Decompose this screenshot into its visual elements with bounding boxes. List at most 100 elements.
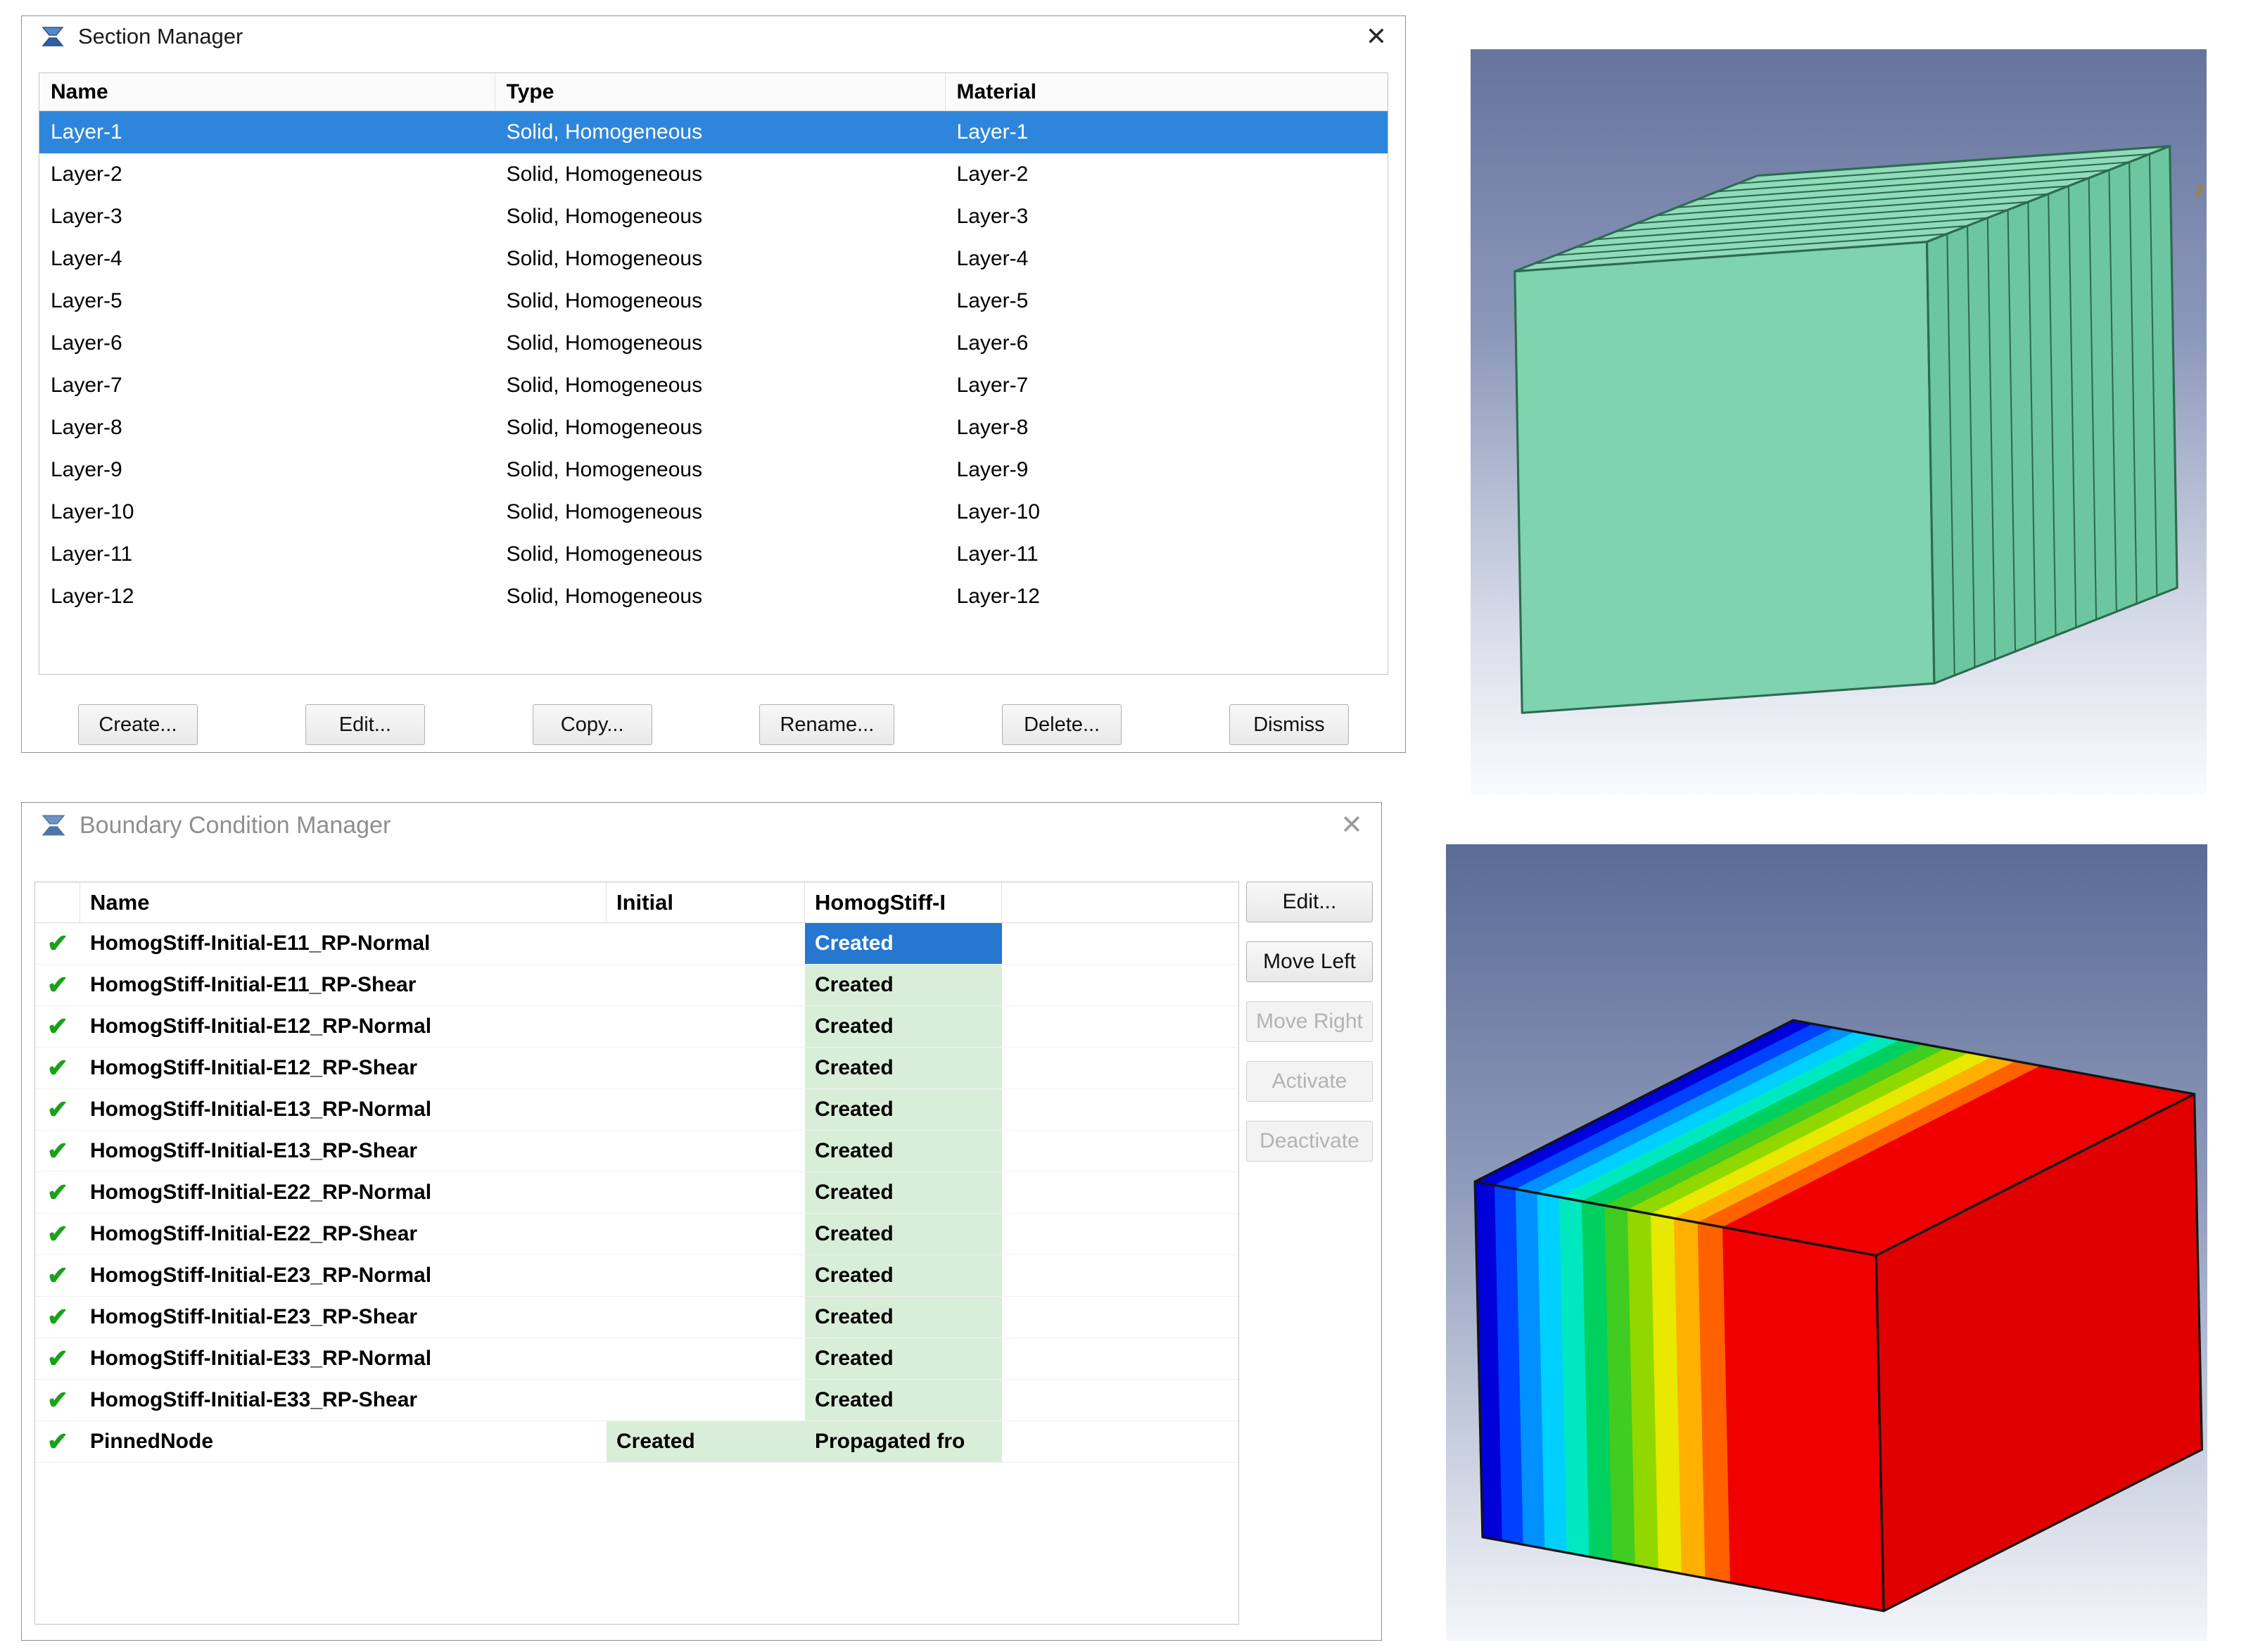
section-row[interactable]: Layer-9 Solid, Homogeneous Layer-9 bbox=[39, 449, 1388, 491]
bc-row[interactable]: ✔ HomogStiff-Initial-E33_RP-Normal Created bbox=[35, 1338, 1238, 1380]
section-row[interactable]: Layer-6 Solid, Homogeneous Layer-6 bbox=[39, 322, 1388, 364]
section-row[interactable]: Layer-7 Solid, Homogeneous Layer-7 bbox=[39, 364, 1388, 407]
edit-button[interactable]: Edit... bbox=[305, 704, 425, 745]
create-button[interactable]: Create... bbox=[78, 704, 198, 745]
bc-row[interactable]: ✔ HomogStiff-Initial-E23_RP-Normal Created bbox=[35, 1255, 1238, 1297]
edit-button[interactable]: Edit... bbox=[1246, 882, 1373, 922]
dismiss-button[interactable]: Dismiss bbox=[1229, 704, 1349, 745]
active-check-icon: ✔ bbox=[46, 1136, 69, 1165]
section-row[interactable]: Layer-5 Solid, Homogeneous Layer-5 bbox=[39, 280, 1388, 322]
bc-row[interactable]: ✔ HomogStiff-Initial-E13_RP-Shear Created bbox=[35, 1131, 1238, 1172]
section-row[interactable]: Layer-11 Solid, Homogeneous Layer-11 bbox=[39, 533, 1388, 576]
section-row[interactable]: Layer-2 Solid, Homogeneous Layer-2 bbox=[39, 153, 1388, 196]
column-header-initial[interactable]: Initial bbox=[607, 882, 805, 922]
cell-filler bbox=[1002, 1048, 1238, 1088]
section-row[interactable]: Layer-10 Solid, Homogeneous Layer-10 bbox=[39, 491, 1388, 533]
cell-filler bbox=[1002, 1421, 1238, 1462]
cell-initial-state bbox=[607, 1214, 805, 1254]
viewport-contour-cube[interactable] bbox=[1446, 844, 2207, 1641]
cell-step-state[interactable]: Created bbox=[805, 965, 1002, 1005]
bc-row[interactable]: ✔ HomogStiff-Initial-E11_RP-Shear Created bbox=[35, 965, 1238, 1006]
cell-material: Layer-9 bbox=[956, 458, 1029, 481]
bc-manager-buttons: Edit... Move Left Move Right Activate De… bbox=[1246, 882, 1373, 1162]
column-header-filler bbox=[1002, 882, 1238, 922]
bc-row[interactable]: ✔ HomogStiff-Initial-E22_RP-Normal Created bbox=[35, 1172, 1238, 1214]
cell-filler bbox=[1002, 923, 1238, 964]
cell-type: Solid, Homogeneous bbox=[506, 500, 703, 523]
cell-material: Layer-11 bbox=[956, 542, 1039, 566]
cell-step-state[interactable]: Created bbox=[805, 1297, 1002, 1338]
cell-initial-state: Created bbox=[607, 1421, 805, 1462]
column-header-material[interactable]: Material bbox=[946, 73, 1388, 110]
window-title: Section Manager bbox=[78, 24, 243, 49]
cell-material: Layer-6 bbox=[956, 331, 1029, 355]
delete-button[interactable]: Delete... bbox=[1002, 704, 1122, 745]
section-row[interactable]: Layer-3 Solid, Homogeneous Layer-3 bbox=[39, 196, 1388, 238]
bc-row[interactable]: ✔ HomogStiff-Initial-E12_RP-Shear Created bbox=[35, 1048, 1238, 1089]
section-row[interactable]: Layer-4 Solid, Homogeneous Layer-4 bbox=[39, 238, 1388, 280]
cell-type: Solid, Homogeneous bbox=[506, 374, 703, 397]
cell-step-state[interactable]: Created bbox=[805, 1048, 1002, 1088]
cell-material: Layer-8 bbox=[956, 416, 1029, 439]
viewport-layered-cube[interactable]: z bbox=[1471, 49, 2207, 795]
cell-step-state[interactable]: Created bbox=[805, 923, 1002, 964]
move-left-button[interactable]: Move Left bbox=[1246, 941, 1373, 982]
cell-type: Solid, Homogeneous bbox=[506, 585, 703, 608]
cell-bc-name: HomogStiff-Initial-E33_RP-Normal bbox=[90, 1347, 432, 1370]
bc-row[interactable]: ✔ HomogStiff-Initial-E22_RP-Shear Created bbox=[35, 1214, 1238, 1255]
column-header-name[interactable]: Name bbox=[80, 882, 607, 922]
cell-material: Layer-2 bbox=[956, 163, 1029, 186]
active-check-icon: ✔ bbox=[46, 1095, 69, 1124]
cell-material: Layer-7 bbox=[956, 374, 1029, 397]
cell-name: Layer-12 bbox=[51, 585, 134, 608]
close-icon[interactable]: ✕ bbox=[1366, 24, 1387, 49]
close-icon[interactable]: ✕ bbox=[1340, 812, 1363, 839]
bc-row[interactable]: ✔ HomogStiff-Initial-E33_RP-Shear Created bbox=[35, 1380, 1238, 1421]
sections-table-header: Name Type Material bbox=[39, 73, 1388, 111]
cell-bc-name: HomogStiff-Initial-E23_RP-Normal bbox=[90, 1264, 432, 1287]
cell-step-state[interactable]: Created bbox=[805, 1006, 1002, 1047]
cell-name: Layer-9 bbox=[51, 458, 122, 481]
cell-step-state[interactable]: Created bbox=[805, 1255, 1002, 1296]
section-manager-window: Section Manager ✕ Name Type Material Lay… bbox=[21, 15, 1406, 753]
section-manager-titlebar: Section Manager ✕ bbox=[22, 16, 1405, 57]
bc-row[interactable]: ✔ HomogStiff-Initial-E12_RP-Normal Created bbox=[35, 1006, 1238, 1048]
column-header-type[interactable]: Type bbox=[495, 73, 946, 110]
cell-filler bbox=[1002, 1131, 1238, 1171]
section-row[interactable]: Layer-8 Solid, Homogeneous Layer-8 bbox=[39, 407, 1388, 449]
cell-initial-state bbox=[607, 1089, 805, 1130]
bc-row[interactable]: ✔ HomogStiff-Initial-E23_RP-Shear Created bbox=[35, 1297, 1238, 1338]
active-check-icon: ✔ bbox=[46, 970, 69, 999]
cell-bc-name: HomogStiff-Initial-E23_RP-Shear bbox=[90, 1305, 418, 1328]
cell-bc-name: HomogStiff-Initial-E22_RP-Shear bbox=[90, 1222, 418, 1245]
bc-row[interactable]: ✔ HomogStiff-Initial-E13_RP-Normal Created bbox=[35, 1089, 1238, 1131]
section-row[interactable]: Layer-1 Solid, Homogeneous Layer-1 bbox=[39, 111, 1388, 153]
column-header-name[interactable]: Name bbox=[39, 73, 495, 110]
rename-button[interactable]: Rename... bbox=[759, 704, 895, 745]
section-row[interactable]: Layer-12 Solid, Homogeneous Layer-12 bbox=[39, 576, 1388, 618]
abaqus-manager-icon bbox=[40, 25, 65, 48]
cell-bc-name: HomogStiff-Initial-E12_RP-Shear bbox=[90, 1056, 418, 1079]
cell-step-state[interactable]: Created bbox=[805, 1089, 1002, 1130]
cell-name: Layer-1 bbox=[51, 120, 122, 144]
cell-step-state[interactable]: Created bbox=[805, 1380, 1002, 1421]
cell-name: Layer-8 bbox=[51, 416, 122, 439]
cell-step-state[interactable]: Propagated fro bbox=[805, 1421, 1002, 1462]
cell-name: Layer-10 bbox=[51, 500, 134, 523]
cell-material: Layer-10 bbox=[956, 500, 1040, 523]
bc-row[interactable]: ✔ HomogStiff-Initial-E11_RP-Normal Created bbox=[35, 923, 1238, 965]
cell-type: Solid, Homogeneous bbox=[506, 120, 703, 144]
cell-step-state[interactable]: Created bbox=[805, 1172, 1002, 1213]
cell-step-state[interactable]: Created bbox=[805, 1214, 1002, 1254]
cell-bc-name: HomogStiff-Initial-E13_RP-Normal bbox=[90, 1098, 432, 1121]
cell-step-state[interactable]: Created bbox=[805, 1131, 1002, 1171]
cell-filler bbox=[1002, 1297, 1238, 1338]
cell-initial-state bbox=[607, 1255, 805, 1296]
cell-step-state[interactable]: Created bbox=[805, 1338, 1002, 1379]
active-check-icon: ✔ bbox=[46, 1053, 69, 1082]
column-header-step[interactable]: HomogStiff-I bbox=[805, 882, 1002, 922]
copy-button[interactable]: Copy... bbox=[532, 704, 652, 745]
contour-cube-figure bbox=[1473, 1019, 2204, 1613]
cell-initial-state bbox=[607, 1172, 805, 1213]
bc-row[interactable]: ✔ PinnedNode Created Propagated fro bbox=[35, 1421, 1238, 1463]
